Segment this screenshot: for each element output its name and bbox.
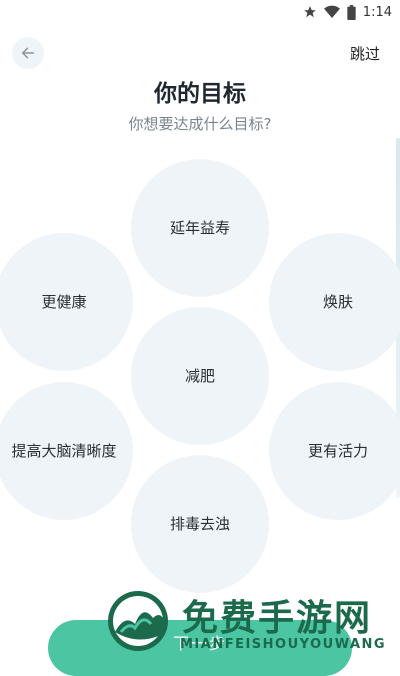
goal-option-weight-loss[interactable]: 减肥 (131, 307, 269, 445)
back-button[interactable] (12, 37, 44, 69)
page-subtitle: 你想要达成什么目标? (128, 115, 272, 133)
goal-label: 焕肤 (322, 292, 353, 311)
goal-option-energy[interactable]: 更有活力 (269, 382, 400, 520)
goal-option-healthier[interactable]: 更健康 (0, 233, 133, 371)
status-time: 1:14 (362, 4, 392, 20)
page-title: 你的目标 (154, 81, 246, 107)
star-icon (303, 5, 317, 19)
goal-option-skin[interactable]: 焕肤 (269, 233, 400, 371)
goal-label: 提高大脑清晰度 (11, 441, 117, 460)
goal-label: 更健康 (41, 292, 87, 311)
wifi-icon (323, 5, 340, 19)
goal-label: 排毒去浊 (169, 514, 230, 533)
battery-icon (347, 4, 356, 20)
goal-label: 更有活力 (307, 441, 368, 460)
next-button[interactable]: 下一步 (48, 620, 352, 676)
status-bar: 1:14 (0, 0, 400, 24)
arrow-left-icon (20, 45, 36, 61)
goal-option-brain-clarity[interactable]: 提高大脑清晰度 (0, 382, 133, 520)
skip-button[interactable]: 跳过 (350, 43, 380, 64)
goal-label: 减肥 (184, 366, 215, 385)
goal-option-detox[interactable]: 排毒去浊 (131, 455, 269, 593)
goal-option-longevity[interactable]: 延年益寿 (131, 159, 269, 297)
next-button-label: 下一步 (172, 634, 227, 653)
goal-label: 延年益寿 (169, 218, 230, 237)
